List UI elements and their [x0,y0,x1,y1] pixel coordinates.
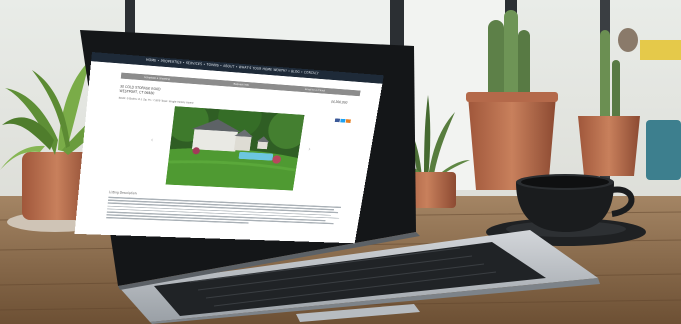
house-photo [165,106,305,191]
listing-description-title: Listing Description [108,190,137,196]
listing-address: 30 COLD STORAGE ROAD WESTPORT, CT 06880 [119,85,160,97]
listing-description-text [106,196,342,229]
photo-scene: HOME • PROPERTIES • SERVICES • TOWNS • A… [0,0,681,324]
listing-stats: Beds: 6 Baths: 6.1 Sq. Ft.: 7,800 Type: … [118,96,194,105]
email-icon [345,119,351,123]
tab-request-info: Request Info [233,82,250,87]
tab-email-friend: Email to a Friend [304,87,326,92]
share-icons [334,111,353,125]
listing-price: $4,300,000 [330,99,348,105]
chevron-right-icon: › [307,146,312,154]
tab-schedule-showing: Schedule a Showing [143,75,171,81]
laptop-screen-website: HOME • PROPERTIES • SERVICES • TOWNS • A… [74,52,384,244]
chevron-left-icon: ‹ [150,136,154,145]
